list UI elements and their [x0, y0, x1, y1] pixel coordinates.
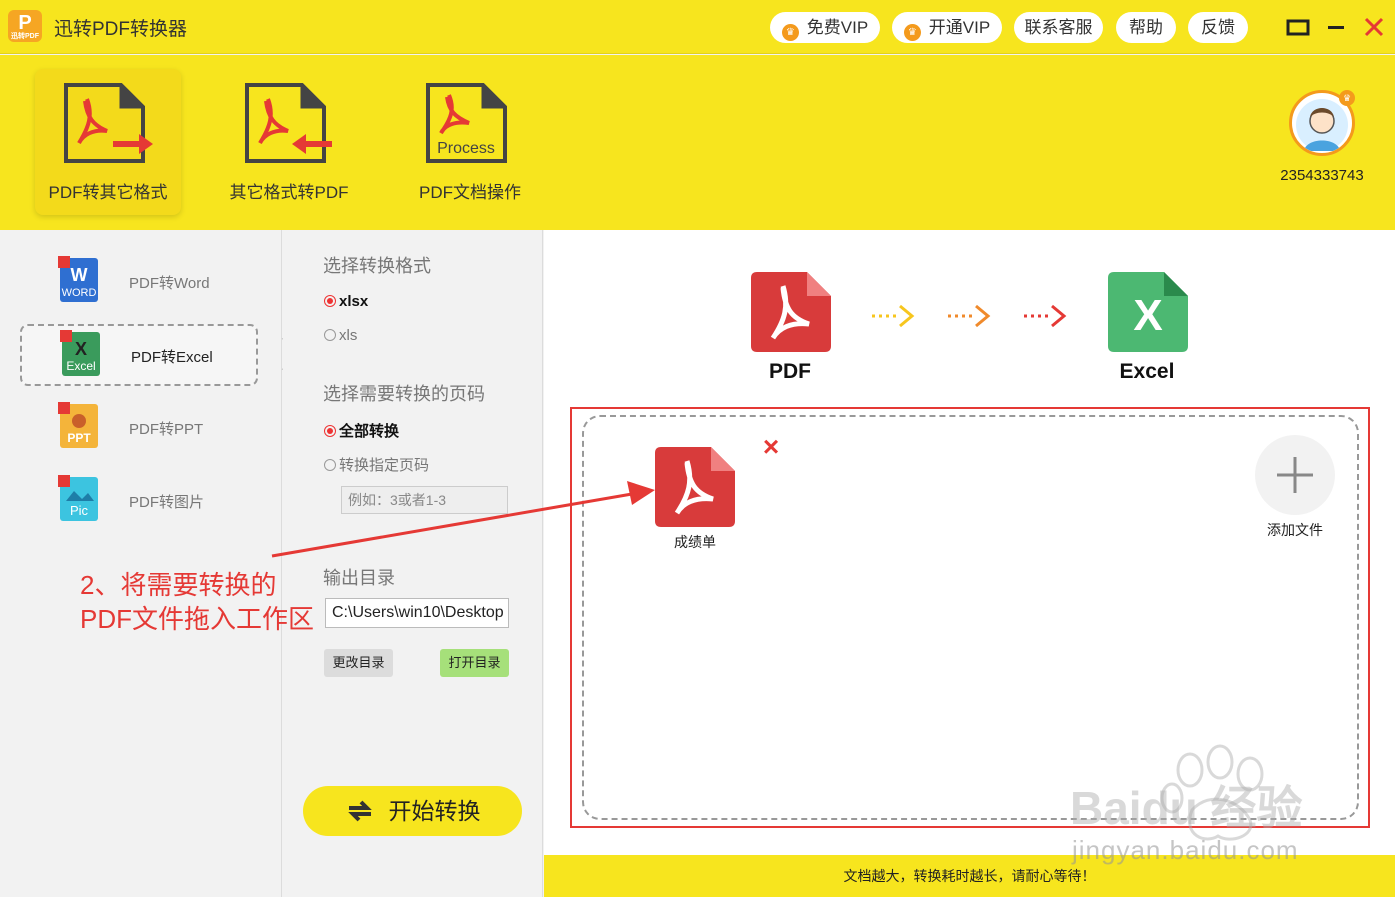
- all-pages-radio[interactable]: 全部转换: [324, 420, 399, 441]
- sidebar-item-label: PDF转PPT: [129, 421, 204, 438]
- app-title: 迅转PDF转换器: [54, 19, 188, 40]
- radio-dot-icon: [324, 425, 336, 437]
- feedback-button[interactable]: 反馈: [1188, 12, 1248, 43]
- maximize-button[interactable]: [1285, 14, 1311, 40]
- sidebar-item-pdf-to-ppt[interactable]: PPT PDF转PPT: [20, 398, 258, 460]
- arrow-right-icon: [948, 304, 991, 328]
- tool-other-to-pdf[interactable]: 其它格式转PDF: [216, 69, 362, 215]
- svg-text:PPT: PPT: [67, 431, 91, 445]
- radio-dot-icon: [324, 459, 336, 471]
- radio-label: xlsx: [339, 293, 369, 310]
- format-heading: 选择转换格式: [323, 256, 431, 277]
- sidebar-item-pdf-to-word[interactable]: W WORD PDF转Word: [20, 252, 258, 314]
- pdf-import-icon: [245, 83, 332, 163]
- free-vip-button[interactable]: ♛ 免费VIP: [770, 12, 880, 43]
- arrow-right-icon: [872, 304, 915, 328]
- word-icon: W WORD: [58, 256, 98, 302]
- radio-label: 全部转换: [339, 423, 400, 440]
- file-item-pdf[interactable]: [655, 447, 735, 527]
- minimize-icon: [1328, 26, 1344, 29]
- work-area: PDF X Excel 成绩单 × 添加文件: [544, 230, 1395, 855]
- free-vip-label: 免费VIP: [806, 18, 869, 37]
- vip-badge-icon: ♛: [1339, 90, 1355, 106]
- sidebar-item-label: PDF转图片: [129, 494, 205, 511]
- format-xls-radio[interactable]: xls: [324, 327, 357, 344]
- sidebar-item-pdf-to-excel[interactable]: X Excel PDF转Excel: [20, 324, 258, 386]
- add-file-button[interactable]: [1255, 435, 1335, 515]
- excel-icon: X Excel: [60, 330, 100, 376]
- start-convert-button[interactable]: 开始转换: [303, 786, 522, 836]
- target-format-label: Excel: [1119, 360, 1175, 383]
- pdf-export-icon: [64, 83, 153, 163]
- radio-label: xls: [339, 327, 358, 344]
- tool-label: PDF转其它格式: [48, 183, 168, 202]
- add-file-label: 添加文件: [1267, 522, 1323, 538]
- radio-dot-icon: [324, 295, 336, 307]
- start-convert-label: 开始转换: [388, 798, 481, 824]
- image-icon: Pic: [58, 475, 98, 521]
- remove-file-icon[interactable]: ×: [759, 433, 783, 461]
- open-vip-label: 开通VIP: [928, 18, 991, 37]
- svg-text:X: X: [75, 339, 87, 359]
- svg-text:X: X: [1133, 291, 1162, 340]
- specific-pages-radio[interactable]: 转换指定页码: [324, 454, 429, 475]
- source-format-label: PDF: [769, 360, 811, 383]
- change-dir-button[interactable]: 更改目录: [324, 649, 393, 677]
- watermark-url: jingyan.baidu.com: [1072, 835, 1299, 865]
- arrow-right-icon: [1024, 304, 1067, 328]
- svg-text:Pic: Pic: [70, 503, 89, 518]
- format-xlsx-radio[interactable]: xlsx: [324, 293, 368, 310]
- app-window: P 迅转PDF 迅转PDF转换器 ♛ 免费VIP ♛ 开通VIP 联系客服 帮助 反…: [0, 0, 1395, 897]
- output-heading: 输出目录: [323, 568, 395, 589]
- convert-icon: [347, 800, 372, 822]
- crown-icon: ♛: [781, 24, 799, 41]
- conversion-type-sidebar: W WORD PDF转Word X Excel PDF转Excel PPT PD…: [0, 230, 282, 897]
- svg-text:WORD: WORD: [62, 287, 97, 299]
- crown-icon: ♛: [903, 24, 921, 41]
- title-bar: P 迅转PDF 迅转PDF转换器 ♛ 免费VIP ♛ 开通VIP 联系客服 帮助 反…: [0, 0, 1395, 54]
- tool-pdf-operations[interactable]: Process PDF文档操作: [397, 69, 543, 215]
- ppt-icon: PPT: [58, 402, 98, 448]
- sidebar-item-label: PDF转Excel: [131, 349, 213, 366]
- plus-icon: [1277, 457, 1313, 493]
- open-vip-button[interactable]: ♛ 开通VIP: [892, 12, 1002, 43]
- maximize-icon: [1286, 19, 1310, 36]
- app-logo-sub: 迅转PDF: [11, 33, 39, 40]
- svg-text:W: W: [71, 265, 88, 285]
- output-dir-field[interactable]: C:\Users\win10\Desktop: [325, 598, 509, 628]
- radio-label: 转换指定页码: [339, 457, 430, 474]
- svg-text:Excel: Excel: [66, 359, 95, 373]
- tool-pdf-to-other[interactable]: PDF转其它格式: [35, 69, 181, 215]
- annotation-note: 2、将需要转换的 PDF文件拖入工作区: [80, 568, 314, 636]
- page-range-input[interactable]: 例如：3或者1-3: [341, 486, 508, 514]
- close-button[interactable]: [1361, 14, 1387, 40]
- radio-dot-icon: [324, 329, 336, 341]
- pages-heading: 选择需要转换的页码: [323, 384, 485, 405]
- sidebar-item-pdf-to-image[interactable]: Pic PDF转图片: [20, 471, 258, 533]
- excel-file-icon: X: [1108, 272, 1188, 352]
- close-icon: [1364, 17, 1384, 37]
- main-toolbar: PDF转其它格式 其它格式转PDF Process PDF文档操作 ♛ 2354…: [0, 55, 1395, 230]
- pdf-file-icon: [751, 272, 831, 352]
- app-logo: P 迅转PDF: [8, 10, 42, 42]
- tool-label: 其它格式转PDF: [229, 183, 349, 202]
- help-button[interactable]: 帮助: [1116, 12, 1176, 43]
- pdf-process-icon: Process: [426, 83, 507, 163]
- annotation-line: PDF文件拖入工作区: [80, 604, 315, 634]
- contact-support-button[interactable]: 联系客服: [1014, 12, 1103, 43]
- user-id: 2354333743: [1280, 167, 1364, 184]
- open-dir-button[interactable]: 打开目录: [440, 649, 509, 677]
- annotation-line: 2、将需要转换的: [80, 570, 277, 600]
- tool-label: PDF文档操作: [419, 183, 521, 202]
- sidebar-item-label: PDF转Word: [129, 275, 210, 292]
- process-icon-text: Process: [437, 140, 495, 157]
- minimize-button[interactable]: [1323, 14, 1349, 40]
- app-logo-letter: P: [18, 12, 32, 34]
- options-panel: 选择转换格式 xlsx xls 选择需要转换的页码 全部转换 转换指定页码 例如…: [283, 230, 543, 897]
- file-name: 成绩单: [674, 534, 716, 550]
- watermark-brand: Baidu 经验: [1070, 782, 1303, 834]
